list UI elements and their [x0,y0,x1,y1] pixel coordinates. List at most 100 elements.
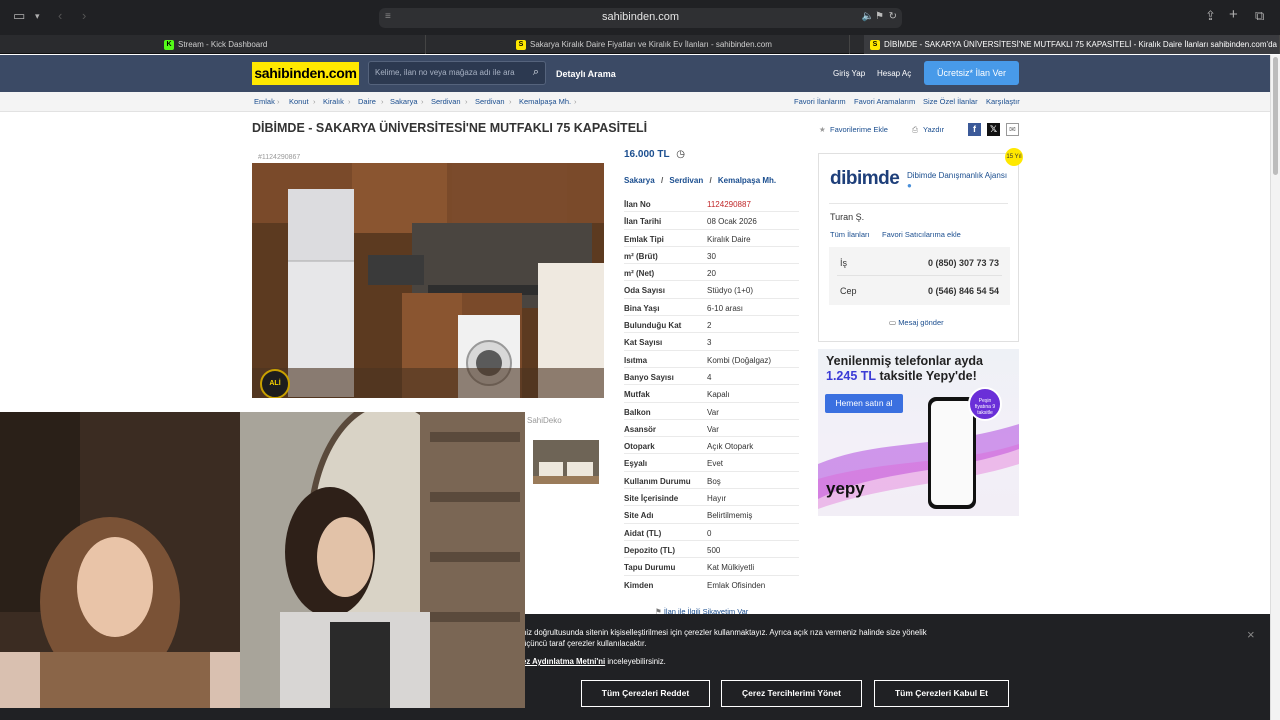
reject-cookies-button[interactable]: Tüm Çerezleri Reddet [581,680,710,707]
site-header: sahibinden.com Kelime, ilan no veya mağa… [0,55,1270,92]
search-icon[interactable]: ⌕ [533,66,539,79]
property-row: Banyo Sayısı 4 [624,368,799,386]
phone-number[interactable]: 0 (546) 846 54 54 [928,286,999,296]
listing-price: 16.000 TL ◷ [624,149,685,160]
location-city[interactable]: Sakarya [624,176,655,185]
sound-icon[interactable]: 🔈 [862,11,874,22]
webcam-feed-image [0,412,525,708]
manage-cookies-button[interactable]: Çerez Tercihlerimi Yönet [721,680,862,707]
register-link[interactable]: Hesap Aç [877,69,911,78]
breadcrumb-item[interactable]: Emlak [254,97,275,106]
reload-icon[interactable]: ↻ [889,11,897,22]
compare-link[interactable]: Karşılaştır [986,97,1020,106]
kitchen-photo [252,163,604,398]
price-history-icon[interactable]: ◷ [676,149,685,160]
browser-toolbar: ▭ ▾ ‹ › ≡ sahibinden.com 🔈 ⚑ ↻ ⇪ + ⧉ [0,0,1280,35]
property-row: Asansör Var [624,420,799,438]
breadcrumb-item[interactable]: Daire [358,97,376,106]
scrollbar-thumb[interactable] [1273,57,1278,175]
phone-number[interactable]: 0 (850) 307 73 73 [928,258,999,268]
back-icon[interactable]: ‹ [58,8,62,23]
forward-icon[interactable]: › [82,8,86,23]
privacy-notice-link[interactable]: ez Aydınlatma Metni'ni [522,657,605,666]
sahideko-label: SahiDeko [527,416,562,425]
thumbnail-bedroom[interactable] [533,440,599,484]
property-row: Emlak Tipi Kiralık Daire [624,230,799,247]
print-link[interactable]: Yazdır [923,125,944,134]
seller-card: dibimde Dibimde Danışmanlık Ajansı ● Tur… [818,153,1019,342]
location-neighborhood[interactable]: Kemalpaşa Mh. [718,176,776,185]
all-ads-link[interactable]: Tüm İlanları [830,230,870,239]
breadcrumb-item[interactable]: Konut [289,97,309,106]
search-input[interactable]: Kelime, ilan no veya mağaza adı ile ara … [368,61,546,85]
yepy-ad[interactable]: Yenilenmiş telefonlar ayda 1.245 TL taks… [818,349,1019,516]
listing-location: Sakarya / Serdivan / Kemalpaşa Mh. [624,176,777,185]
breadcrumb-item[interactable]: Serdivan [475,97,505,106]
property-row: Balkon Var [624,403,799,420]
property-row: Tapu Durumu Kat Mülkiyetli [624,558,799,576]
add-favorite-link[interactable]: Favorilerime Ekle [830,125,888,134]
login-link[interactable]: Giriş Yap [833,69,865,78]
detailed-search-link[interactable]: Detaylı Arama [556,69,616,79]
phone-box: İş 0 (850) 307 73 73 Cep 0 (546) 846 54 … [829,247,1010,305]
page-scrollbar[interactable] [1270,55,1280,720]
breadcrumb-item[interactable]: Kemalpaşa Mh. [519,97,571,106]
installment-badge: Peşin fiyatına 9 taksitle [968,387,1002,421]
post-ad-button[interactable]: Ücretsiz* İlan Ver [924,61,1019,85]
add-fav-seller-link[interactable]: Favori Satıcılarıma ekle [882,230,961,239]
sahibinden-favicon-icon: S [870,39,880,50]
property-row: Site İçerisinde Hayır [624,489,799,507]
seller-logo[interactable]: dibimde [830,168,900,190]
address-bar[interactable]: ≡ sahibinden.com 🔈 ⚑ ↻ [379,8,902,28]
email-icon[interactable]: ✉ [1006,123,1019,136]
accept-cookies-button[interactable]: Tüm Çerezleri Kabul Et [874,680,1009,707]
seller-person: Turan Ş. [830,212,865,222]
tab-sahibinden-listing[interactable]: S DİBİMDE - SAKARYA ÜNİVERSİTESİ'NE MUTFA… [864,35,1280,54]
favorite-searches-link[interactable]: Favori Aramalarım [854,97,915,106]
phone-image [928,397,976,509]
site-logo[interactable]: sahibinden.com [252,62,359,85]
property-row: İlan No 1124290887 [624,195,799,213]
ad-subheadline: 1.245 TL taksitle Yepy'de! [826,369,977,383]
facebook-icon[interactable]: f [968,123,981,136]
tab-sahibinden-list[interactable]: S Sakarya Kiralık Daire Fiyatları ve Kira… [510,35,850,54]
property-row: Kullanım Durumu Boş [624,472,799,490]
tab-label: Stream - Kick Dashboard [178,40,268,49]
property-row: m² (Brüt) 30 [624,247,799,265]
property-row: Site Adı Belirtilmemiş [624,506,799,524]
x-icon[interactable]: 𝕏 [987,123,1000,136]
personal-listings-link[interactable]: Size Özel İlanlar [923,97,978,106]
verified-icon: ● [907,181,912,190]
listing-title: DİBİMDE - SAKARYA ÜNİVERSİTESİ'NE MUTFAK… [252,121,648,135]
property-row: İlan Tarihi 08 Ocak 2026 [624,212,799,230]
close-icon[interactable]: × [1247,627,1255,642]
breadcrumb-item[interactable]: Sakarya [390,97,418,106]
chevron-right-icon: › [277,97,280,106]
location-district[interactable]: Serdivan [669,176,703,185]
property-row: Bina Yaşı 6-10 arası [624,299,799,317]
property-row: Oda Sayısı Stüdyo (1+0) [624,281,799,299]
chevron-down-icon[interactable]: ▾ [35,11,40,22]
breadcrumb-item[interactable]: Kiralık [323,97,344,106]
translate-icon[interactable]: ⚑ [875,11,884,22]
agency-name[interactable]: Dibimde Danışmanlık Ajansı ● [907,171,1012,191]
send-message-link[interactable]: ▭ Mesaj gönder [889,318,944,327]
ad-headline: Yenilenmiş telefonlar ayda [826,354,984,368]
listing-photo[interactable]: ALİ [252,163,604,398]
tab-kick[interactable]: K Stream - Kick Dashboard [158,35,426,54]
sidebar-icon[interactable]: ▭ [13,8,25,24]
property-row: Kat Sayısı 3 [624,333,799,351]
star-icon: ★ [819,125,826,134]
breadcrumb-item[interactable]: Serdivan [431,97,461,106]
tabs-icon[interactable]: ⧉ [1255,8,1264,24]
favorite-listings-link[interactable]: Favori İlanlarım [794,97,846,106]
breadcrumb: Emlak › Konut › Kiralık › Daire › Sakary… [0,92,1270,112]
chevron-right-icon: › [421,97,424,106]
phone-label: Cep [840,286,857,296]
bedroom-thumbnail [533,440,599,484]
yepy-logo: yepy [826,479,865,498]
new-tab-icon[interactable]: + [1229,6,1238,23]
cookie-text-line1: niz doğrultusunda sitenin kişiselleştiri… [522,628,927,637]
watermark-badge-icon: ALİ [260,369,290,398]
share-icon[interactable]: ⇪ [1205,8,1216,24]
